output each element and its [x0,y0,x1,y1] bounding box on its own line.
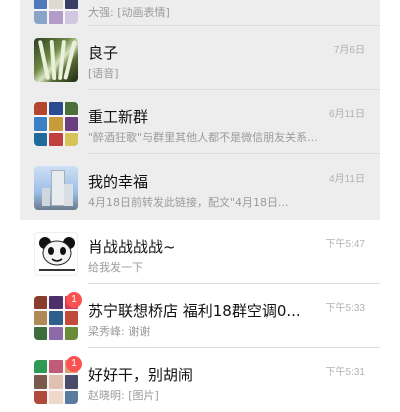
plant-photo-avatar [34,38,78,82]
chat-title: 重工新群 [88,108,149,126]
chat-time: 4月11日 [329,174,365,185]
chat-time: 7月6日 [333,45,365,56]
chat-row-suning[interactable]: 1 苏宁联想桥店 福利18群空调0... 梁秀峰: 谢谢 下午5:33 [0,284,400,348]
building-photo-avatar [34,166,78,210]
chat-title: 肖战战战战~ [88,238,176,256]
panda-meme-avatar [34,232,78,276]
chat-list: 大强: [动画表情] 良子 [语音] 7月6日 重工新群 "醉酒狂歌"与群里其他… [0,0,400,404]
chat-row-xingfu[interactable]: 我的幸福 4月18日前转发此链接，配文"4月18日... 4月11日 [0,154,400,220]
chat-row-haohaogan[interactable]: 1 好好干，别胡闹 赵晓明: [图片] 下午5:31 [0,348,400,412]
chat-last-message: [语音] [88,67,119,80]
chat-last-message: "醉酒狂歌"与群里其他人都不是微信朋友关系... [88,131,318,144]
chat-last-message: 给我发一下 [88,261,143,274]
unread-badge: 1 [66,356,82,372]
chat-title: 我的幸福 [88,173,149,191]
chat-title: 苏宁联想桥店 福利18群空调0... [88,302,301,320]
chat-time: 下午5:31 [325,367,365,378]
panda-face-icon [39,237,75,271]
chat-row-xiaozhan[interactable]: 肖战战战战~ 给我发一下 下午5:47 [0,220,400,284]
chat-row-partial[interactable]: 大强: [动画表情] [0,0,400,26]
chat-row-liangzi[interactable]: 良子 [语音] 7月6日 [0,26,400,90]
chat-title: 好好干，别胡闹 [88,366,194,384]
chat-last-message: 梁秀峰: 谢谢 [88,325,151,338]
chat-row-zhonggong[interactable]: 重工新群 "醉酒狂歌"与群里其他人都不是微信朋友关系... 6月11日 [0,90,400,154]
chat-last-message: 大强: [动画表情] [88,6,170,19]
group-avatar [34,0,78,24]
chat-time: 下午5:33 [325,303,365,314]
group-avatar [34,102,78,146]
chat-last-message: 赵晓明: [图片] [88,389,159,402]
unread-badge: 1 [66,292,82,308]
chat-title: 良子 [88,44,119,62]
chat-time: 6月11日 [329,109,365,120]
chat-last-message: 4月18日前转发此链接，配文"4月18日... [88,196,289,209]
chat-time: 下午5:47 [325,239,365,250]
